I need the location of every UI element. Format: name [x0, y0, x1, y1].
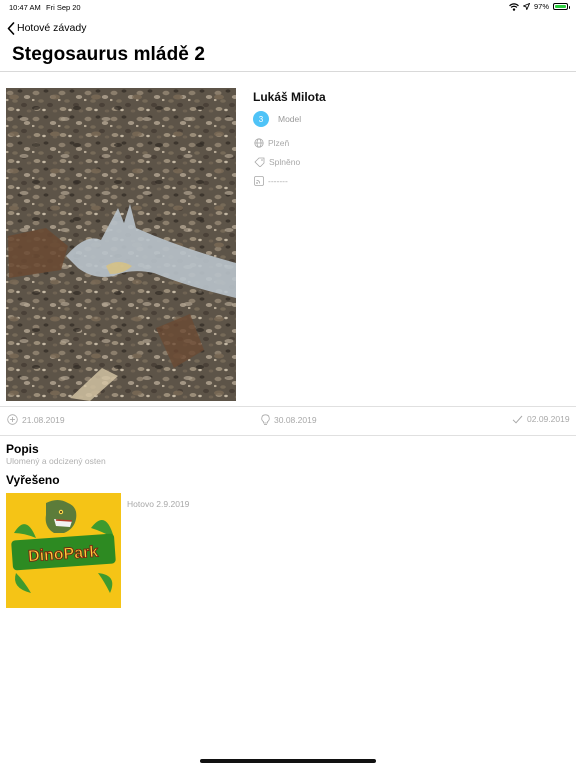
created-date-text: 21.08.2019: [22, 414, 65, 425]
category-label: Model: [278, 114, 302, 124]
nav-divider: [0, 71, 576, 72]
rss-icon: [254, 176, 264, 186]
category-badge: 3: [253, 111, 269, 127]
dates-divider-bottom: [0, 435, 576, 436]
chevron-left-icon: [7, 21, 15, 35]
resolution-photo[interactable]: DinoPark: [6, 493, 121, 608]
location-text: Plzeň: [268, 138, 290, 148]
back-button[interactable]: Hotové závady: [7, 20, 86, 36]
category-row: 3 Model: [253, 111, 301, 127]
planned-date-text: 30.08.2019: [274, 415, 317, 425]
created-date: 21.08.2019: [7, 414, 65, 425]
tag-icon: [254, 157, 265, 167]
battery-icon: [553, 3, 570, 10]
dates-divider-top: [0, 406, 576, 407]
planned-date: 30.08.2019: [261, 414, 317, 426]
defect-photo[interactable]: [6, 88, 236, 401]
location-arrow-icon: [522, 3, 530, 10]
battery-fill: [555, 5, 566, 8]
feed-text: -------: [268, 176, 288, 186]
author-name: Lukáš Milota: [253, 90, 326, 104]
resolved-text: Hotovo 2.9.2019: [127, 499, 190, 509]
description-title: Popis: [6, 442, 39, 456]
plus-circle-icon: [7, 414, 18, 425]
battery-percent: 97%: [533, 2, 549, 11]
detail-info: Lukáš Milota 3 Model Plzeň Splněno -----…: [253, 90, 553, 186]
done-date: 02.09.2019: [512, 414, 570, 424]
lightbulb-icon: [261, 414, 270, 425]
dinopark-logo: DinoPark: [6, 493, 121, 608]
globe-icon: [254, 138, 264, 148]
page-title: Stegosaurus mládě 2: [12, 44, 206, 65]
back-button-label: Hotové závady: [17, 22, 87, 34]
home-indicator[interactable]: [200, 759, 376, 763]
wifi-icon: [509, 2, 519, 11]
status-text: Splněno: [269, 157, 301, 167]
status-right: 97%: [509, 2, 570, 11]
description-text: Ulomený a odcizený osten: [6, 456, 106, 466]
feed-row: -------: [254, 176, 288, 186]
location-row: Plzeň: [254, 138, 289, 148]
status-date: Fri Sep 20: [46, 3, 81, 12]
status-bar: 10:47 AM Fri Sep 20 97%: [0, 0, 576, 14]
resolved-title: Vyřešeno: [6, 473, 60, 487]
done-date-text: 02.09.2019: [527, 414, 570, 424]
checkmark-icon: [512, 415, 523, 424]
status-time: 10:47 AM: [9, 3, 41, 12]
status-row: Splněno: [254, 157, 300, 167]
photo-image: [6, 88, 236, 401]
